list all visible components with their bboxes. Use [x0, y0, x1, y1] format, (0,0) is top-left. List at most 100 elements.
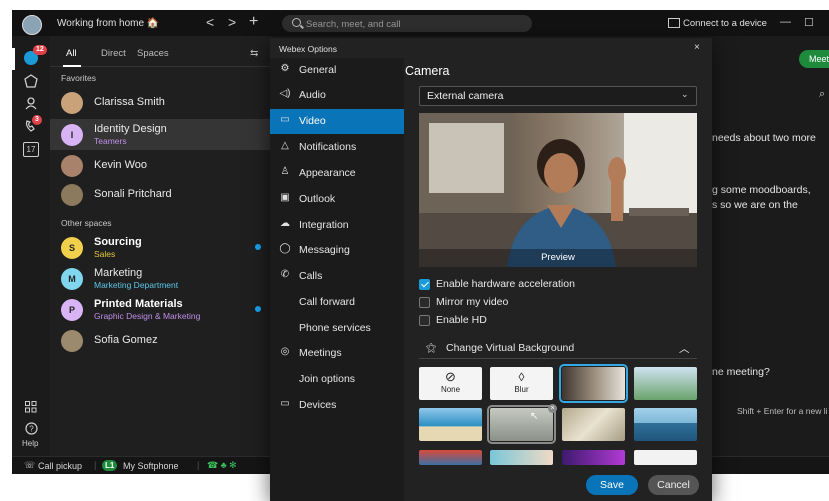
nav-video[interactable]: ▭ Video: [270, 109, 404, 134]
minimize-button[interactable]: —: [780, 16, 791, 28]
background-blur-label: Blur: [514, 385, 529, 394]
background-blur[interactable]: ◊ Blur: [490, 367, 553, 400]
enable-hd-checkbox[interactable]: Enable HD: [419, 314, 719, 328]
background-white[interactable]: [634, 450, 697, 465]
search-input[interactable]: [304, 16, 528, 33]
background-office[interactable]: [559, 364, 628, 403]
options-nav: ⚙ General ◁) Audio ▭ Video △ Notificatio…: [270, 58, 404, 501]
background-mountains[interactable]: [634, 408, 697, 441]
remove-background-icon[interactable]: ×: [548, 404, 557, 413]
save-button[interactable]: Save: [586, 475, 638, 495]
list-item[interactable]: M Marketing Marketing Department: [50, 263, 272, 294]
separator: |: [197, 460, 200, 470]
cancel-button[interactable]: Cancel: [648, 475, 699, 495]
help-icon[interactable]: ?: [22, 422, 40, 440]
tab-all[interactable]: All: [66, 48, 77, 59]
connect-device-button[interactable]: Connect to a device: [683, 18, 767, 29]
background-greenhouse[interactable]: [634, 367, 697, 400]
hardware-acceleration-checkbox[interactable]: Enable hardware acceleration: [419, 278, 719, 292]
checkbox-label: Enable hardware acceleration: [436, 278, 575, 290]
list-item-name: Sonali Pritchard: [94, 188, 172, 200]
checkbox-label: Enable HD: [436, 314, 487, 326]
list-item[interactable]: P Printed Materials Graphic Design & Mar…: [50, 294, 272, 325]
cloud-icon: ☁: [280, 218, 290, 229]
avatar: P: [61, 299, 83, 321]
virtual-background-toggle[interactable]: ⚝ Change Virtual Background ︿: [419, 340, 697, 359]
messaging-icon[interactable]: 12: [22, 45, 47, 68]
dialog-title: Webex Options: [279, 44, 337, 54]
avatar: [61, 184, 83, 206]
my-avatar[interactable]: [22, 15, 42, 35]
list-item-name: Sourcing: [94, 236, 142, 248]
nav-meetings[interactable]: ◎ Meetings: [270, 341, 404, 366]
background-sunset[interactable]: [419, 450, 482, 465]
list-item[interactable]: Sofia Gomez: [50, 325, 272, 356]
camera-select-value: External camera: [427, 90, 504, 102]
nav-messaging[interactable]: ◯ Messaging: [270, 238, 404, 263]
new-button[interactable]: +: [249, 14, 258, 30]
nav-calls[interactable]: ✆ Calls: [270, 264, 404, 289]
nav-notifications[interactable]: △ Notifications: [270, 135, 404, 160]
background-pastel[interactable]: [490, 450, 553, 465]
background-shadows[interactable]: [562, 408, 625, 441]
nav-general[interactable]: ⚙ General: [270, 58, 404, 83]
tab-spaces[interactable]: Spaces: [137, 48, 169, 59]
nav-integration[interactable]: ☁ Integration: [270, 213, 404, 238]
mirror-video-checkbox[interactable]: Mirror my video: [419, 296, 719, 310]
close-icon[interactable]: ×: [694, 42, 700, 53]
chat-message: g some moodboards,: [712, 184, 811, 196]
search-icon[interactable]: ⌕: [819, 88, 825, 101]
nav-outlook[interactable]: ▣ Outlook: [270, 187, 404, 212]
checkbox-unchecked[interactable]: [419, 297, 430, 308]
list-item-name: Printed Materials: [94, 298, 183, 310]
nav-join-options[interactable]: Join options: [270, 367, 404, 392]
none-icon: ⊘: [445, 369, 456, 384]
calling-icon[interactable]: 3: [22, 115, 42, 137]
contacts-icon[interactable]: [22, 96, 40, 114]
chat-message: needs about two more: [712, 132, 816, 144]
checkbox-unchecked[interactable]: [419, 315, 430, 326]
filter-icon[interactable]: ⇆: [250, 48, 258, 59]
list-item[interactable]: I Identity Design Teamers: [50, 119, 272, 150]
checkbox-checked[interactable]: [419, 279, 430, 290]
camera-select[interactable]: External camera ⌄: [419, 86, 697, 106]
nav-appearance[interactable]: ♙ Appearance: [270, 161, 404, 186]
list-item-name: Sofia Gomez: [94, 334, 158, 346]
phone-status-icon[interactable]: ☎ ♣ ✻: [207, 460, 237, 471]
section-title: Camera: [405, 64, 450, 78]
teams-icon[interactable]: [22, 74, 40, 92]
nav-devices[interactable]: ▭ Devices: [270, 393, 404, 418]
favorites-header: Favorites: [61, 73, 96, 83]
apps-icon[interactable]: [22, 400, 40, 418]
nav-label: Devices: [299, 399, 337, 411]
list-item[interactable]: S Sourcing Sales: [50, 232, 272, 263]
list-item[interactable]: Kevin Woo: [50, 150, 272, 181]
nav-audio[interactable]: ◁) Audio: [270, 83, 404, 108]
calendar-icon[interactable]: 17: [23, 142, 39, 157]
nav-label: Notifications: [299, 141, 357, 153]
nav-call-forward[interactable]: Call forward: [270, 290, 404, 315]
background-beach[interactable]: [419, 408, 482, 441]
search-bar[interactable]: [282, 15, 532, 33]
list-item-name: Kevin Woo: [94, 159, 147, 171]
call-pickup-button[interactable]: Call pickup: [38, 461, 82, 471]
forward-button[interactable]: >: [228, 15, 236, 29]
chat-message: ne meeting?: [712, 366, 770, 378]
softphone-label[interactable]: My Softphone: [123, 461, 179, 471]
list-item[interactable]: Clarissa Smith: [50, 87, 272, 118]
background-none[interactable]: ⊘ None: [419, 367, 482, 400]
composer-hint: Shift + Enter for a new li: [737, 406, 828, 416]
list-item-subtitle: Graphic Design & Marketing: [94, 311, 201, 321]
background-space[interactable]: [562, 450, 625, 465]
background-blurred-room[interactable]: ↖: [487, 405, 556, 444]
maximize-button[interactable]: ☐: [804, 16, 814, 29]
list-item[interactable]: Sonali Pritchard: [50, 179, 272, 210]
nav-label: Meetings: [299, 347, 342, 359]
nav-phone-services[interactable]: Phone services: [270, 316, 404, 341]
list-item-subtitle: Sales: [94, 249, 116, 259]
back-button[interactable]: <: [206, 15, 214, 29]
meet-button[interactable]: Meet: [799, 50, 829, 68]
status-message[interactable]: Working from home 🏠: [57, 18, 159, 29]
tab-direct[interactable]: Direct: [101, 48, 126, 59]
list-item-name: Identity Design: [94, 123, 167, 135]
